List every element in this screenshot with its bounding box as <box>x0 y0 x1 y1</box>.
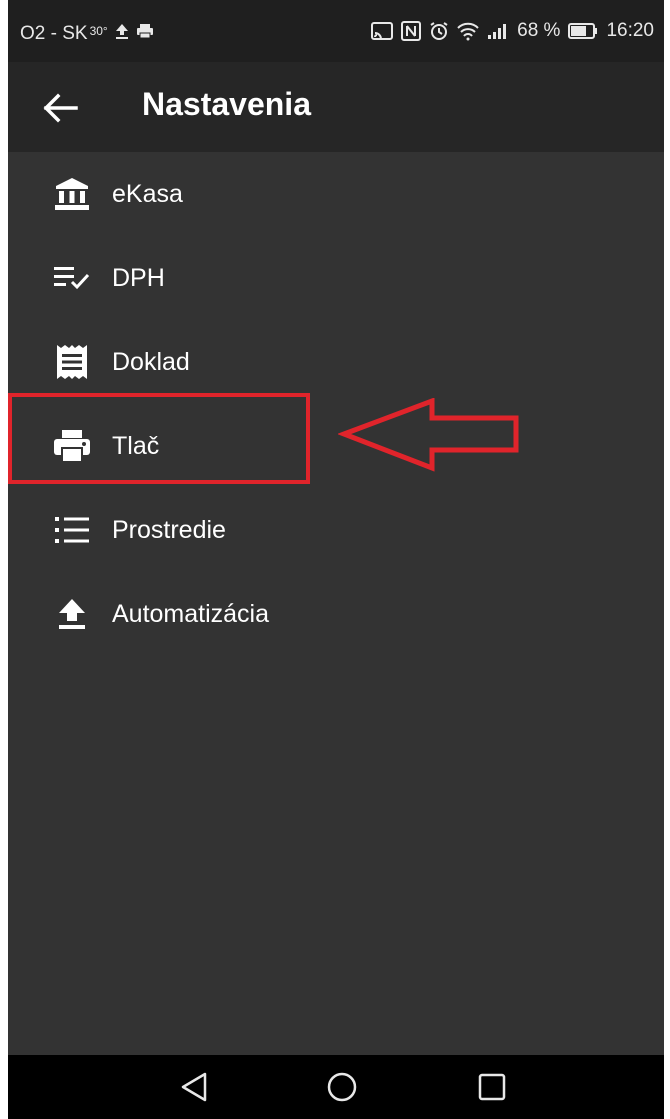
recents-square-icon <box>478 1073 506 1101</box>
nfc-icon <box>401 21 422 41</box>
home-circle-icon <box>327 1072 357 1102</box>
menu-item-automatizacia[interactable]: Automatizácia <box>8 572 664 656</box>
wifi-icon <box>457 21 479 41</box>
alarm-icon <box>429 21 449 41</box>
clock-label: 16:20 <box>606 20 654 41</box>
phone-screen: O2 - SK 30° 68 % 16:20 Nastavenia eKasa … <box>8 0 664 1119</box>
menu-item-dph[interactable]: DPH <box>8 236 664 320</box>
upload-status-icon <box>114 22 130 46</box>
nav-home-button[interactable] <box>322 1069 362 1105</box>
battery-icon <box>568 23 598 39</box>
signal-icon <box>487 22 509 40</box>
status-bar: O2 - SK 30° 68 % 16:20 <box>8 0 664 62</box>
status-left: O2 - SK 30° <box>20 22 154 46</box>
menu-item-label: eKasa <box>112 179 183 208</box>
temperature-label: 30° <box>89 24 108 38</box>
highlight-box-annotation <box>8 393 310 484</box>
app-bar: Nastavenia <box>8 62 664 152</box>
system-nav-bar <box>8 1055 664 1119</box>
back-button[interactable] <box>36 84 84 132</box>
list-icon <box>52 510 92 550</box>
receipt-icon <box>52 342 92 382</box>
bank-icon <box>52 174 92 214</box>
menu-item-doklad[interactable]: Doklad <box>8 320 664 404</box>
list-check-icon <box>52 258 92 298</box>
menu-item-label: Doklad <box>112 347 190 376</box>
status-right: 68 % 16:20 <box>371 20 654 42</box>
print-status-icon <box>136 23 154 45</box>
menu-item-label: Prostredie <box>112 515 226 544</box>
battery-label: 68 % <box>517 20 561 41</box>
menu-item-ekasa[interactable]: eKasa <box>8 152 664 236</box>
carrier-label: O2 - SK <box>20 23 88 44</box>
nav-recents-button[interactable] <box>472 1069 512 1105</box>
nav-back-button[interactable] <box>174 1069 214 1105</box>
red-arrow-annotation <box>338 398 519 472</box>
page-title: Nastavenia <box>142 86 311 122</box>
back-triangle-icon <box>181 1072 207 1102</box>
menu-item-label: Automatizácia <box>112 599 270 628</box>
arrow-left-icon <box>43 93 78 123</box>
menu-item-prostredie[interactable]: Prostredie <box>8 488 664 572</box>
menu-item-label: DPH <box>112 263 165 292</box>
cast-icon <box>371 21 394 41</box>
upload-icon <box>52 594 92 634</box>
